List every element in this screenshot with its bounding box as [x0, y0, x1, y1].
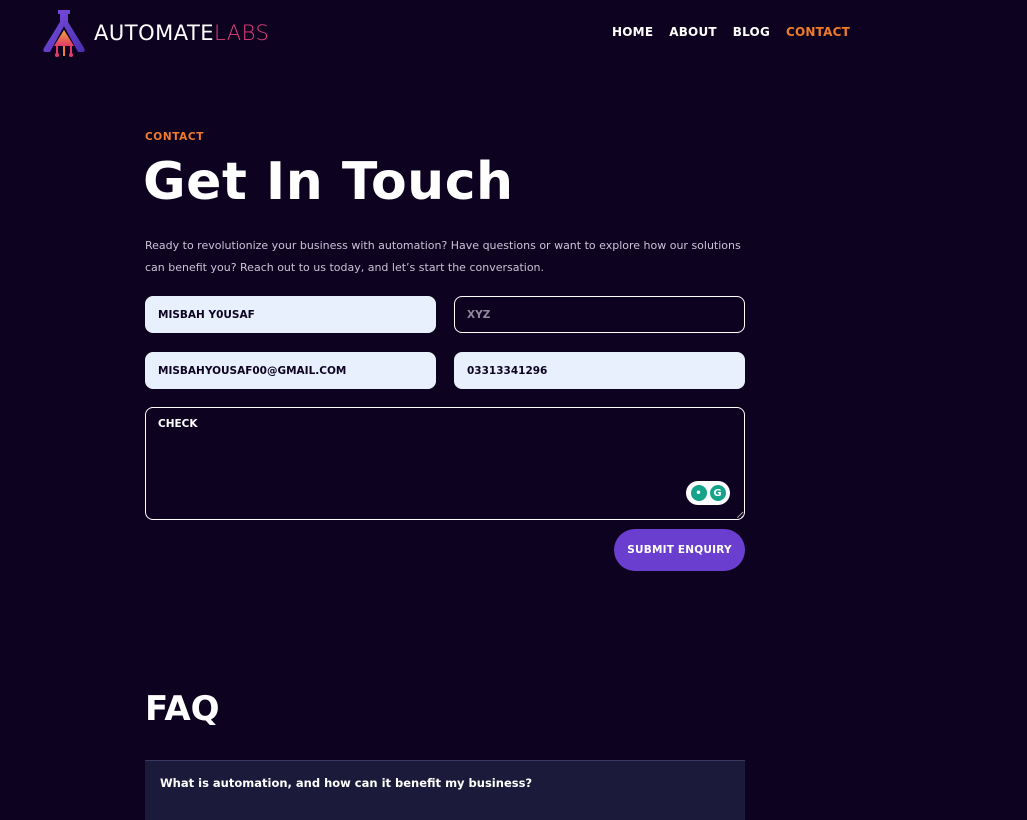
- intro-text: Ready to revolutionize your business wit…: [145, 239, 741, 274]
- section-eyebrow: CONTACT: [145, 131, 204, 143]
- submit-enquiry-button[interactable]: SUBMIT ENQUIRY: [614, 529, 745, 571]
- grammarly-widget[interactable]: • G: [686, 481, 730, 505]
- faq-title: FAQ: [145, 689, 220, 729]
- email-field[interactable]: [145, 352, 436, 389]
- company-field[interactable]: [454, 296, 745, 333]
- flask-logo-icon: [43, 10, 85, 57]
- page-title: Get In Touch: [143, 152, 514, 212]
- message-field[interactable]: CHECK: [145, 407, 745, 520]
- site-header: AUTOMATELABS HOME ABOUT BLOG CONTACT: [0, 0, 1027, 66]
- faq-answer-preview: [160, 807, 720, 815]
- main-nav: HOME ABOUT BLOG CONTACT: [612, 25, 850, 39]
- nav-item-about[interactable]: ABOUT: [669, 25, 717, 39]
- phone-field[interactable]: [454, 352, 745, 389]
- brand-name-primary: AUTOMATE: [94, 20, 215, 45]
- brand-logo[interactable]: AUTOMATELABS: [38, 8, 269, 58]
- nav-item-blog[interactable]: BLOG: [733, 25, 770, 39]
- faq-question[interactable]: What is automation, and how can it benef…: [160, 776, 532, 790]
- lightbulb-icon[interactable]: •: [690, 485, 707, 501]
- nav-item-home[interactable]: HOME: [612, 25, 653, 39]
- faq-item[interactable]: What is automation, and how can it benef…: [145, 760, 745, 820]
- name-field[interactable]: [145, 296, 436, 333]
- brand-wordmark: AUTOMATELABS: [94, 20, 270, 45]
- nav-item-contact[interactable]: CONTACT: [786, 25, 850, 39]
- brand-name-secondary: LABS: [214, 20, 270, 45]
- grammarly-icon[interactable]: G: [709, 485, 726, 501]
